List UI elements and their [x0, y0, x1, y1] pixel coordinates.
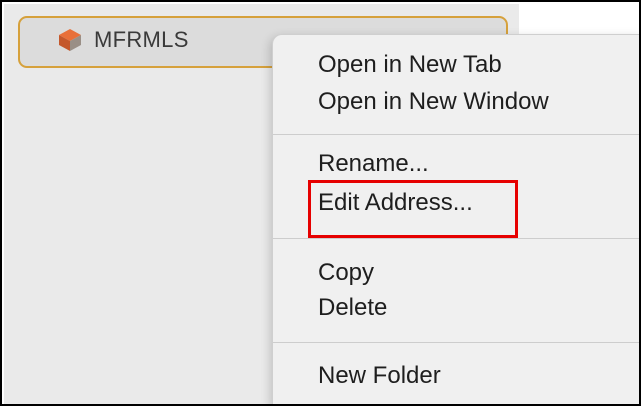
mfrmls-logo-icon: [59, 29, 81, 51]
screenshot-frame: MFRMLS Open in New Tab Open in New Windo…: [0, 0, 641, 406]
menu-item-rename[interactable]: Rename...: [318, 150, 429, 178]
menu-item-open-in-new-window[interactable]: Open in New Window: [318, 88, 549, 116]
context-menu: Open in New Tab Open in New Window Renam…: [272, 34, 639, 404]
bookmark-label: MFRMLS: [94, 27, 189, 52]
menu-item-edit-address[interactable]: Edit Address...: [318, 189, 473, 217]
menu-item-copy[interactable]: Copy: [318, 259, 374, 287]
menu-separator: [273, 134, 639, 135]
menu-item-new-folder[interactable]: New Folder: [318, 362, 441, 390]
menu-separator: [273, 238, 639, 239]
menu-item-delete[interactable]: Delete: [318, 294, 387, 322]
menu-item-open-in-new-tab[interactable]: Open in New Tab: [318, 51, 502, 79]
menu-separator: [273, 342, 639, 343]
